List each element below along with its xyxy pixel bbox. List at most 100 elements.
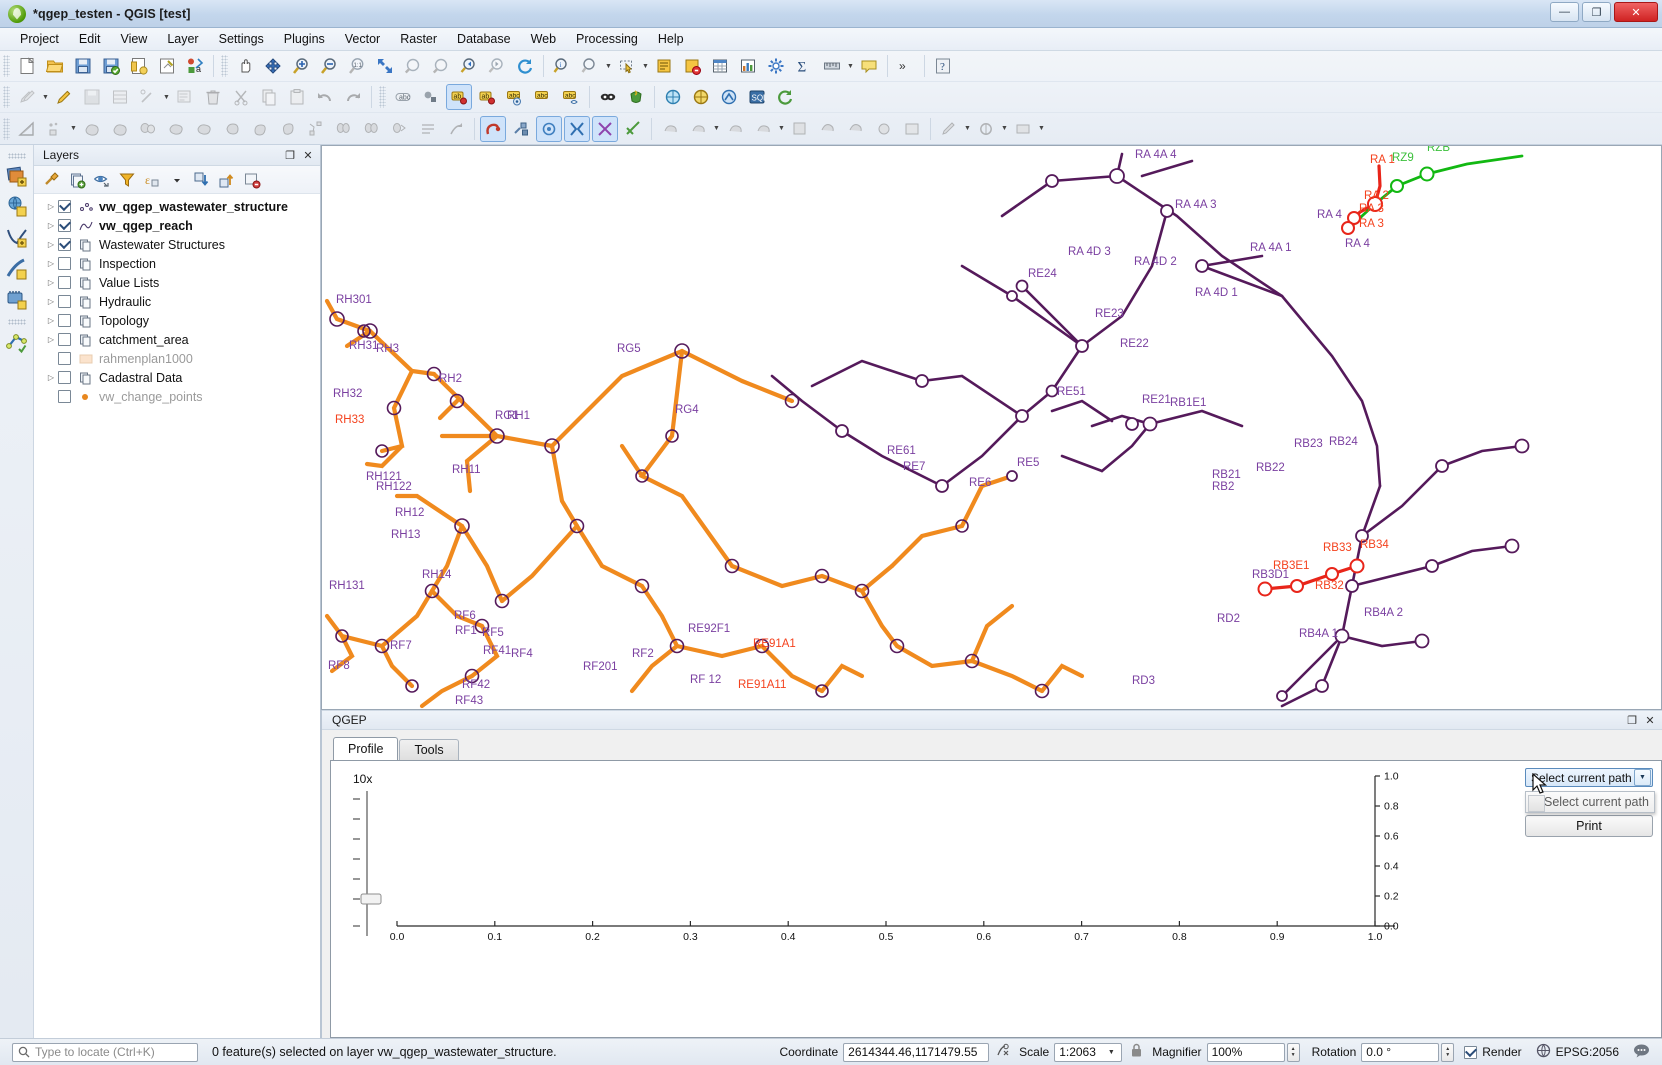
remove-layer-icon[interactable] xyxy=(240,168,264,192)
chevron-down-icon[interactable]: ▼ xyxy=(641,53,650,79)
refresh-icon[interactable] xyxy=(512,53,538,79)
chevron-down-icon[interactable]: ▼ xyxy=(41,84,50,110)
change-label-icon[interactable]: abc xyxy=(530,84,556,110)
undo-icon[interactable] xyxy=(312,84,338,110)
refresh-network-icon[interactable] xyxy=(772,84,798,110)
layer-styling-icon[interactable] xyxy=(3,162,31,190)
layer-visibility-checkbox[interactable] xyxy=(58,295,71,308)
message-log-icon[interactable] xyxy=(1633,1043,1650,1061)
delete-part-icon[interactable] xyxy=(387,116,413,142)
toggle-editing-icon[interactable] xyxy=(51,84,77,110)
chevron-down-icon[interactable] xyxy=(165,168,189,192)
save-project-as-icon[interactable] xyxy=(98,53,124,79)
qgep-network-icon[interactable] xyxy=(716,84,742,110)
copy-move-icon[interactable] xyxy=(722,116,748,142)
locator-bar[interactable]: Type to locate (Ctrl+K) xyxy=(12,1042,198,1062)
processing-icon[interactable] xyxy=(3,255,31,283)
dropdown-item-select-current-path[interactable]: Select current path xyxy=(1525,791,1655,813)
minimize-button[interactable]: — xyxy=(1550,2,1579,22)
fill-ring-icon[interactable] xyxy=(331,116,357,142)
open-layer-styling-icon[interactable] xyxy=(40,168,64,192)
add-part-icon[interactable] xyxy=(303,116,329,142)
spatial-bookmark-icon[interactable] xyxy=(3,286,31,314)
overflow-icon[interactable]: » xyxy=(893,53,919,79)
layout-manager-icon[interactable] xyxy=(154,53,180,79)
float-qgep-button[interactable]: ❐ xyxy=(1624,712,1640,728)
current-edits-icon[interactable] xyxy=(14,84,40,110)
chevron-down-icon[interactable]: ▼ xyxy=(1108,1049,1115,1056)
rotate-icon[interactable] xyxy=(750,116,776,142)
layer-row[interactable]: ▷ Hydraulic xyxy=(34,292,320,311)
node-tool-icon[interactable] xyxy=(657,116,683,142)
float-panel-button[interactable]: ❐ xyxy=(282,147,298,163)
multi-edit-icon[interactable] xyxy=(172,84,198,110)
map-canvas[interactable]: RA 4A 4 RA 4A 3 RA 4A 1 RA 4 RA 4 RA 1 RA 2 RA … xyxy=(321,145,1662,710)
select-current-path-combo[interactable]: Select current path ▼ xyxy=(1525,768,1653,787)
lock-scale-icon[interactable] xyxy=(1130,1043,1143,1061)
delete-selected-icon[interactable] xyxy=(200,84,226,110)
menu-settings[interactable]: Settings xyxy=(209,29,274,49)
zoom-native-icon[interactable]: 1:1 xyxy=(344,53,370,79)
menu-vector[interactable]: Vector xyxy=(335,29,390,49)
select-radius-icon[interactable] xyxy=(871,116,897,142)
rotation-field[interactable]: 0.0 ° xyxy=(1361,1042,1440,1062)
render-checkbox[interactable] xyxy=(1464,1045,1478,1059)
expand-arrow-icon[interactable]: ▷ xyxy=(44,295,58,309)
cad-icon[interactable] xyxy=(973,116,999,142)
split-parts-icon[interactable] xyxy=(135,116,161,142)
reverse-line-icon[interactable] xyxy=(415,116,441,142)
sql-icon[interactable]: SQL xyxy=(744,84,770,110)
open-attribute-table-icon[interactable] xyxy=(707,53,733,79)
edit-icon[interactable] xyxy=(936,116,962,142)
layer-visibility-checkbox[interactable] xyxy=(58,276,71,289)
close-button[interactable]: ✕ xyxy=(1614,2,1658,22)
measure-icon[interactable] xyxy=(577,53,603,79)
menu-plugins[interactable]: Plugins xyxy=(274,29,335,49)
chevron-down-icon[interactable]: ▼ xyxy=(846,53,855,79)
chevron-down-icon[interactable]: ▼ xyxy=(604,53,613,79)
chevron-down-icon[interactable]: ▼ xyxy=(162,84,171,110)
style-manager-icon[interactable]: a xyxy=(182,53,208,79)
layer-row[interactable]: ▷ Wastewater Structures xyxy=(34,235,320,254)
expand-arrow-icon[interactable]: ▷ xyxy=(44,200,58,214)
statistics-icon[interactable] xyxy=(735,53,761,79)
tab-profile[interactable]: Profile xyxy=(333,737,399,760)
expand-arrow-icon[interactable]: ▷ xyxy=(44,333,58,347)
rotate-feature-icon[interactable] xyxy=(219,116,245,142)
layer-visibility-checkbox[interactable] xyxy=(58,257,71,270)
select-features-icon[interactable] xyxy=(614,53,640,79)
zoom-full-icon[interactable] xyxy=(372,53,398,79)
layer-visibility-checkbox[interactable] xyxy=(58,333,71,346)
collapse-all-icon[interactable] xyxy=(215,168,239,192)
scale-icon[interactable] xyxy=(787,116,813,142)
new-project-icon[interactable] xyxy=(14,53,40,79)
layer-row[interactable]: ▷ vw_qgep_reach xyxy=(34,216,320,235)
manage-visibility-icon[interactable] xyxy=(90,168,114,192)
move-label-icon[interactable]: ab xyxy=(474,84,500,110)
measure-line-icon[interactable] xyxy=(819,53,845,79)
layer-visibility-checkbox[interactable] xyxy=(58,352,71,365)
pin-labels-icon[interactable] xyxy=(418,84,444,110)
expand-all-icon[interactable] xyxy=(190,168,214,192)
layer-visibility-checkbox[interactable] xyxy=(58,219,71,232)
save-project-icon[interactable] xyxy=(70,53,96,79)
zoom-out-icon[interactable] xyxy=(316,53,342,79)
layer-row[interactable]: ▷ rahmenplan1000 xyxy=(34,349,320,368)
select-freehand-icon[interactable] xyxy=(843,116,869,142)
menu-help[interactable]: Help xyxy=(648,29,694,49)
simplify-feature-icon[interactable] xyxy=(247,116,273,142)
topological-editing-icon[interactable] xyxy=(536,115,562,142)
toolbar-grip[interactable] xyxy=(221,55,228,77)
magnifier-spinner[interactable]: ▲ ▼ xyxy=(1286,1042,1300,1062)
zoom-to-selection-icon[interactable] xyxy=(428,53,454,79)
crs-label[interactable]: EPSG:2056 xyxy=(1556,1045,1619,1059)
menu-view[interactable]: View xyxy=(110,29,157,49)
chevron-down-icon[interactable]: ▼ xyxy=(963,116,972,142)
merge-features-icon[interactable] xyxy=(163,116,189,142)
avoid-intersections-icon[interactable] xyxy=(564,115,590,142)
chevron-down-icon[interactable]: ▼ xyxy=(777,116,786,142)
toolbar-grip[interactable] xyxy=(3,86,10,108)
pan-map-icon[interactable] xyxy=(232,53,258,79)
snapping-options-icon[interactable] xyxy=(508,116,534,142)
menu-processing[interactable]: Processing xyxy=(566,29,648,49)
